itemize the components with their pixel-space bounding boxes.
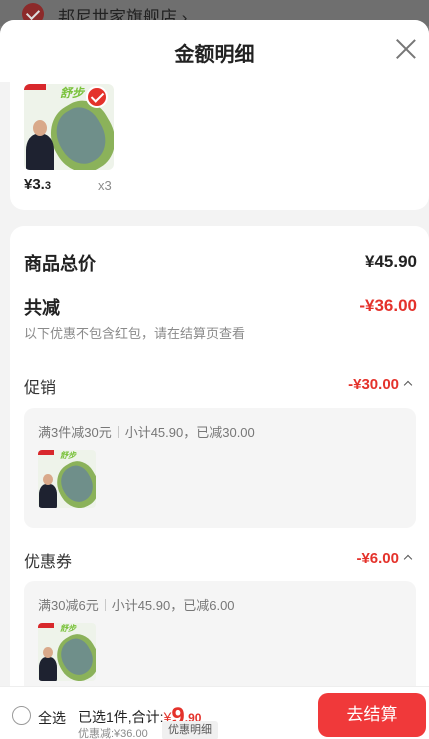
discount-detail-button[interactable]: 优惠明细 <box>162 721 218 739</box>
coupon-description: 满30减6元 小计45.90，已减6.00 <box>38 595 235 614</box>
divider <box>117 426 119 438</box>
sheet-title: 金额明细 <box>174 44 255 66</box>
amount-detail-sheet: 金额明细 舒步 ¥3.3 x3 商品总价 ¥45.90 共减 -¥36.00 以… <box>0 20 429 739</box>
discount-note: 以下优惠不包含红包，请在结算页查看 <box>24 326 246 341</box>
select-all-radio[interactable] <box>12 706 31 725</box>
promotion-label: 促销 <box>24 380 57 397</box>
divider <box>104 599 106 611</box>
chevron-up-icon <box>403 380 413 390</box>
promotion-product-thumbnail[interactable]: 舒步 <box>38 450 96 508</box>
total-label: 商品总价 <box>24 254 96 274</box>
coupon-product-thumbnail[interactable]: 舒步 <box>38 623 96 681</box>
model-figure <box>26 134 54 170</box>
brand-logo <box>38 623 54 628</box>
promotion-box: 满3件减30元 小计45.90，已减30.00 舒步 <box>24 408 416 528</box>
coupon-value: -¥6.00 <box>356 550 399 567</box>
product-slogan: 舒步 <box>60 451 76 460</box>
select-all-label[interactable]: 全选 <box>38 708 66 728</box>
product-price: ¥3.3 <box>24 176 51 193</box>
coupon-label: 优惠券 <box>24 554 73 571</box>
discount-label: 共减 <box>24 298 60 318</box>
brand-logo <box>38 450 54 455</box>
model-head <box>43 647 53 658</box>
discount-summary: 优惠减:¥36.00 <box>78 728 148 739</box>
product-quantity: x3 <box>98 178 112 193</box>
brand-logo <box>24 84 46 90</box>
selected-count-text: 已选1件,合计: <box>78 709 164 725</box>
model-figure <box>39 484 57 508</box>
coupon-rule: 满30减6元 <box>38 598 99 613</box>
product-price-main: ¥3. <box>24 176 45 193</box>
details-card: 商品总价 ¥45.90 共减 -¥36.00 以下优惠不包含红包，请在结算页查看… <box>10 226 429 706</box>
discount-value: -¥36.00 <box>359 296 417 315</box>
promotion-toggle[interactable]: -¥30.00 <box>348 376 413 393</box>
promotion-detail: 小计45.90，已减30.00 <box>124 425 255 440</box>
model-head <box>43 474 53 485</box>
promotion-rule: 满3件减30元 <box>38 425 112 440</box>
close-icon[interactable] <box>393 36 419 62</box>
coupon-toggle[interactable]: -¥6.00 <box>356 550 413 567</box>
checkout-button[interactable]: 去结算 <box>318 693 426 737</box>
promotion-value: -¥30.00 <box>348 376 399 393</box>
product-card: 舒步 ¥3.3 x3 <box>10 62 429 210</box>
product-price-fraction: 3 <box>44 180 51 192</box>
product-slogan: 舒步 <box>60 624 76 633</box>
selected-check-icon[interactable] <box>86 86 108 108</box>
sheet-header: 金额明细 <box>0 20 429 82</box>
checkout-bar: 全选 已选1件,合计:¥9.90 优惠减:¥36.00 优惠明细 去结算 <box>0 686 429 739</box>
model-head <box>33 120 47 136</box>
promotion-description: 满3件减30元 小计45.90，已减30.00 <box>38 422 255 441</box>
model-figure <box>39 657 57 681</box>
coupon-detail: 小计45.90，已减6.00 <box>111 598 235 613</box>
chevron-up-icon <box>403 554 413 564</box>
total-value: ¥45.90 <box>365 252 417 271</box>
product-slogan: 舒步 <box>60 86 85 100</box>
